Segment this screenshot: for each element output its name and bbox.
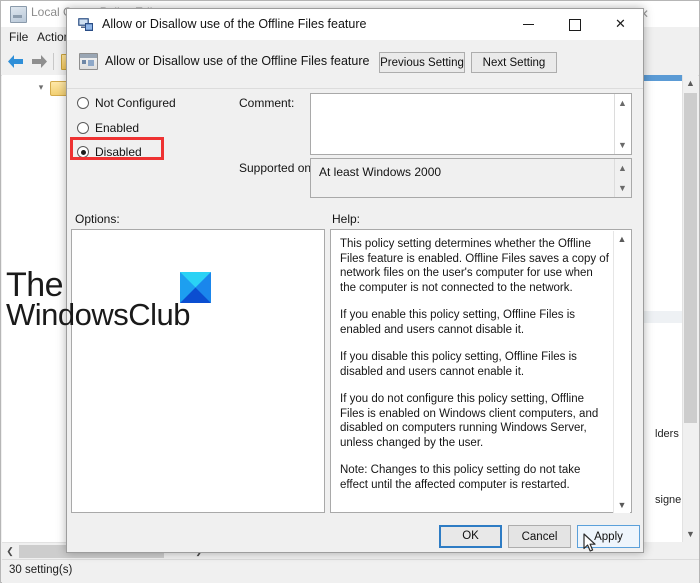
- menu-file[interactable]: File: [9, 30, 28, 44]
- policy-setting-icon: [78, 17, 94, 32]
- dialog-maximize-button[interactable]: [552, 9, 597, 38]
- scroll-up-icon[interactable]: ▲: [614, 231, 630, 247]
- scroll-down-icon[interactable]: ▼: [683, 526, 698, 542]
- gpe-status-bar: 30 setting(s): [2, 559, 699, 583]
- policy-setting-dialog: Allow or Disallow use of the Offline Fil…: [66, 8, 644, 553]
- chevron-down-icon[interactable]: ▾: [36, 78, 46, 96]
- dialog-title-bar: Allow or Disallow use of the Offline Fil…: [67, 9, 643, 40]
- scroll-down-icon[interactable]: ▼: [615, 181, 630, 195]
- radio-label: Not Configured: [95, 96, 176, 110]
- help-text: This policy setting determines whether t…: [340, 237, 610, 492]
- comment-label: Comment:: [239, 96, 295, 110]
- dialog-button-bar: OK Cancel Apply: [67, 520, 643, 553]
- help-paragraph: Note: Changes to this policy setting do …: [340, 464, 581, 491]
- radio-indicator[interactable]: [77, 97, 89, 109]
- previous-setting-button[interactable]: Previous Setting: [379, 52, 465, 73]
- help-paragraph: If you enable this policy setting, Offli…: [340, 309, 576, 336]
- scroll-up-icon[interactable]: ▲: [683, 75, 698, 91]
- dialog-title: Allow or Disallow use of the Offline Fil…: [102, 17, 367, 31]
- scroll-up-icon[interactable]: ▲: [615, 161, 630, 175]
- comment-scrollbar[interactable]: ▲ ▼: [614, 94, 631, 154]
- scroll-down-icon[interactable]: ▼: [615, 138, 630, 152]
- scroll-down-icon[interactable]: ▼: [614, 497, 630, 513]
- help-paragraph: If you do not configure this policy sett…: [340, 393, 599, 449]
- supported-on-value: At least Windows 2000: [319, 165, 442, 179]
- scroll-left-icon[interactable]: ❮: [2, 543, 18, 560]
- back-arrow-icon[interactable]: [7, 54, 24, 69]
- dialog-sub-header: Allow or Disallow use of the Offline Fil…: [67, 40, 643, 89]
- help-label: Help:: [332, 212, 361, 226]
- supported-on-scrollbar[interactable]: ▲ ▼: [614, 159, 631, 197]
- scroll-up-icon[interactable]: ▲: [615, 96, 630, 110]
- gpo-setting-icon: [79, 53, 98, 70]
- next-setting-button[interactable]: Next Setting: [471, 52, 557, 73]
- dialog-close-button[interactable]: ✕: [598, 9, 643, 38]
- radio-indicator[interactable]: [77, 122, 89, 134]
- supported-on-label: Supported on:: [239, 161, 315, 175]
- status-setting-count: 30 setting(s): [9, 564, 73, 576]
- dialog-minimize-button[interactable]: [506, 9, 551, 38]
- help-paragraph: If you disable this policy setting, Offl…: [340, 351, 577, 378]
- cancel-button[interactable]: Cancel: [508, 525, 571, 548]
- ok-button[interactable]: OK: [439, 525, 502, 548]
- toolbar-separator: [53, 53, 54, 70]
- options-panel[interactable]: [71, 229, 325, 513]
- supported-on-field: At least Windows 2000 ▲ ▼: [310, 158, 632, 198]
- gpe-app-icon: [10, 6, 27, 23]
- help-paragraph: This policy setting determines whether t…: [340, 238, 609, 294]
- gpe-vertical-scrollbar[interactable]: ▲ ▼: [682, 75, 698, 542]
- forward-arrow-icon[interactable]: [31, 54, 48, 69]
- setting-name-label: Allow or Disallow use of the Offline Fil…: [105, 54, 370, 68]
- scrollbar-thumb[interactable]: [684, 93, 697, 423]
- help-scrollbar[interactable]: ▲ ▼: [613, 231, 630, 513]
- mouse-cursor: [583, 533, 597, 553]
- radio-label: Enabled: [95, 121, 140, 135]
- comment-input[interactable]: ▲ ▼: [310, 93, 632, 155]
- options-label: Options:: [75, 212, 120, 226]
- help-panel: This policy setting determines whether t…: [330, 229, 632, 513]
- list-item[interactable]: lders: [655, 428, 679, 440]
- disabled-highlight-box: [70, 137, 164, 160]
